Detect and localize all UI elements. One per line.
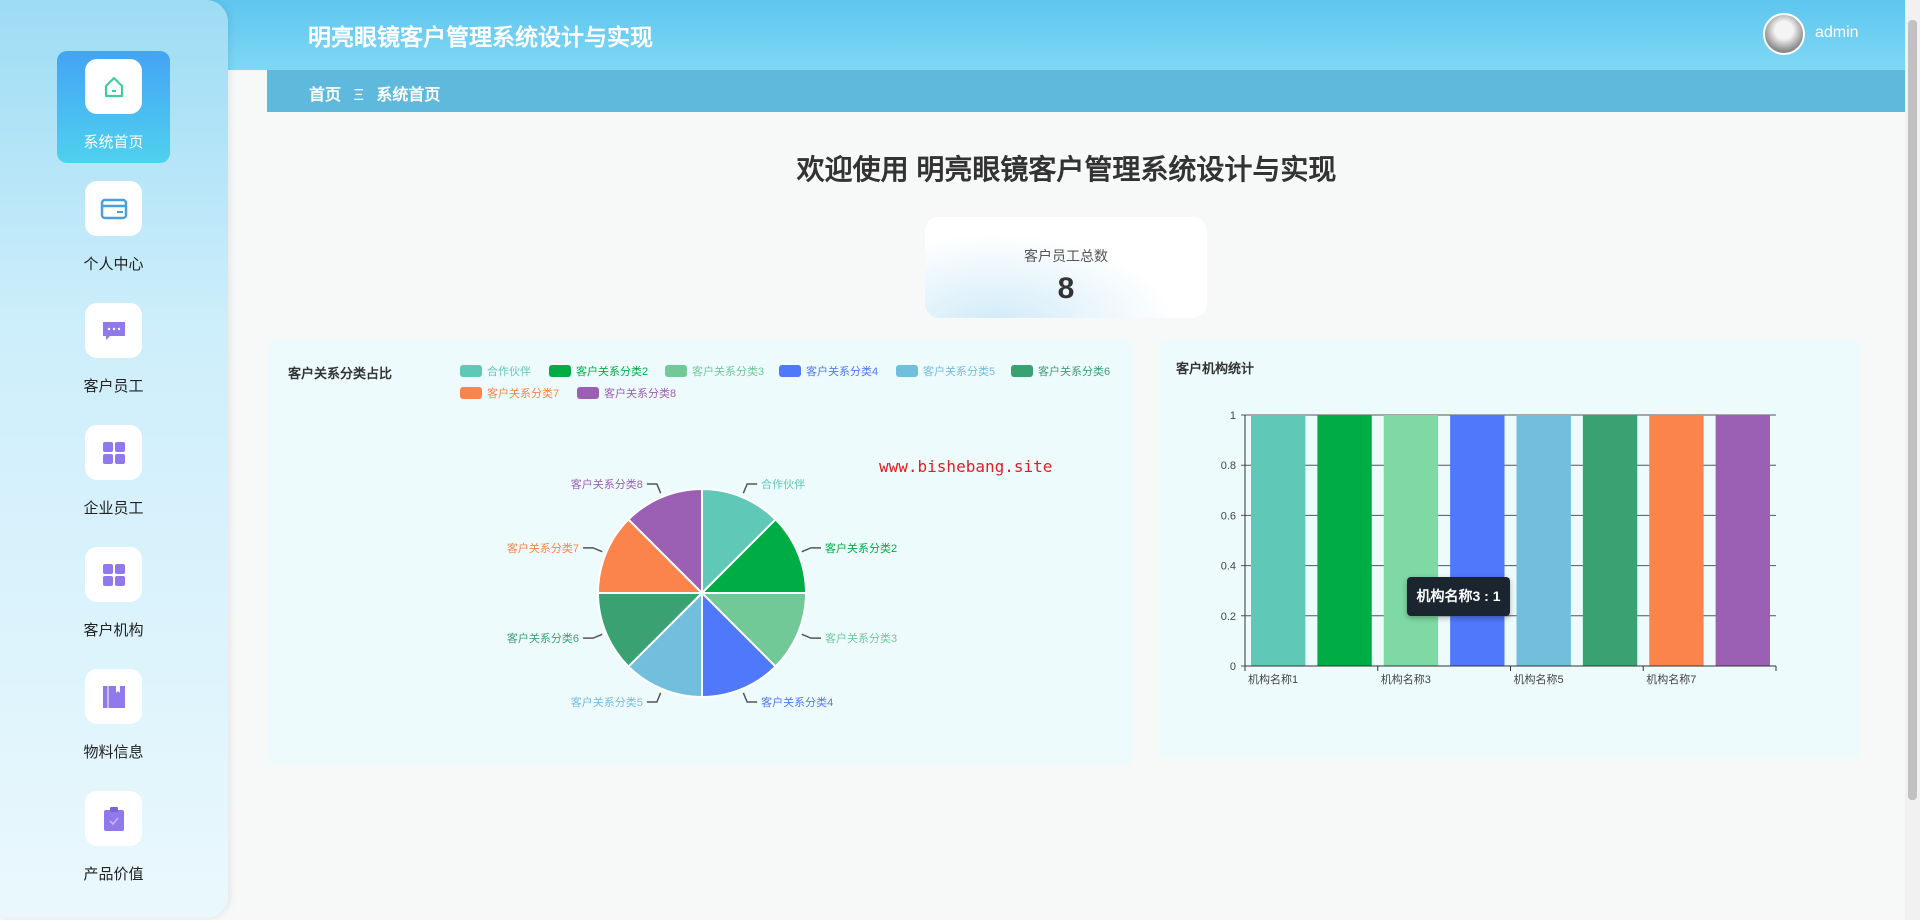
username[interactable]: admin (1815, 24, 1859, 42)
chat-icon (85, 303, 142, 358)
book-icon (85, 669, 142, 724)
bar-chart-panel: 客户机构统计 (1160, 340, 1860, 758)
pie-chart-panel: 客户关系分类占比 (268, 340, 1133, 765)
sidebar-item-label: 客户机构 (83, 622, 144, 639)
breadcrumb-home[interactable]: 首页 (309, 87, 341, 104)
pie-chart-title: 客户关系分类占比 (288, 366, 393, 381)
sidebar-item-6[interactable]: 物料信息 (57, 661, 170, 773)
sidebar: 系统首页个人中心客户员工企业员工客户机构物料信息产品价值 (0, 0, 228, 918)
sidebar-item-label: 产品价值 (83, 866, 144, 883)
sidebar-item-label: 企业员工 (83, 500, 144, 517)
app-title: 明亮眼镜客户管理系统设计与实现 (308, 24, 653, 50)
sidebar-item-7[interactable]: 产品价值 (57, 783, 170, 895)
sidebar-item-3[interactable]: 客户员工 (57, 295, 170, 407)
scrollbar[interactable] (1905, 0, 1920, 920)
sidebar-item-1[interactable]: 系统首页 (57, 51, 170, 163)
sidebar-item-4[interactable]: 企业员工 (57, 417, 170, 529)
grid-icon (85, 425, 142, 480)
scrollbar-thumb[interactable] (1908, 20, 1917, 800)
bar-tooltip: 机构名称3 : 1 (1407, 577, 1510, 616)
stat-label: 客户员工总数 (1024, 248, 1108, 264)
clipboard-icon (85, 791, 142, 846)
stat-value: 8 (1057, 272, 1075, 305)
breadcrumb-separator: Ξ (353, 87, 364, 104)
sidebar-item-5[interactable]: 客户机构 (57, 539, 170, 651)
stat-card: 客户员工总数 8 (925, 217, 1207, 318)
home-icon (85, 59, 142, 114)
sidebar-item-label: 物料信息 (83, 744, 144, 761)
sidebar-item-label: 个人中心 (83, 256, 144, 273)
sidebar-item-label: 客户员工 (83, 378, 144, 395)
card-icon (85, 181, 142, 236)
avatar[interactable] (1763, 13, 1805, 55)
sidebar-item-label: 系统首页 (83, 134, 144, 151)
bar-chart-title: 客户机构统计 (1176, 361, 1255, 376)
sidebar-item-2[interactable]: 个人中心 (57, 173, 170, 285)
grid-icon (85, 547, 142, 602)
breadcrumb-current: 系统首页 (376, 87, 441, 104)
page-title: 欢迎使用 明亮眼镜客户管理系统设计与实现 (796, 154, 1337, 185)
watermark: www.bishebang.site (879, 457, 1053, 476)
header: 明亮眼镜客户管理系统设计与实现 admin (188, 0, 1905, 70)
breadcrumb: 首页 Ξ 系统首页 (267, 70, 1905, 112)
